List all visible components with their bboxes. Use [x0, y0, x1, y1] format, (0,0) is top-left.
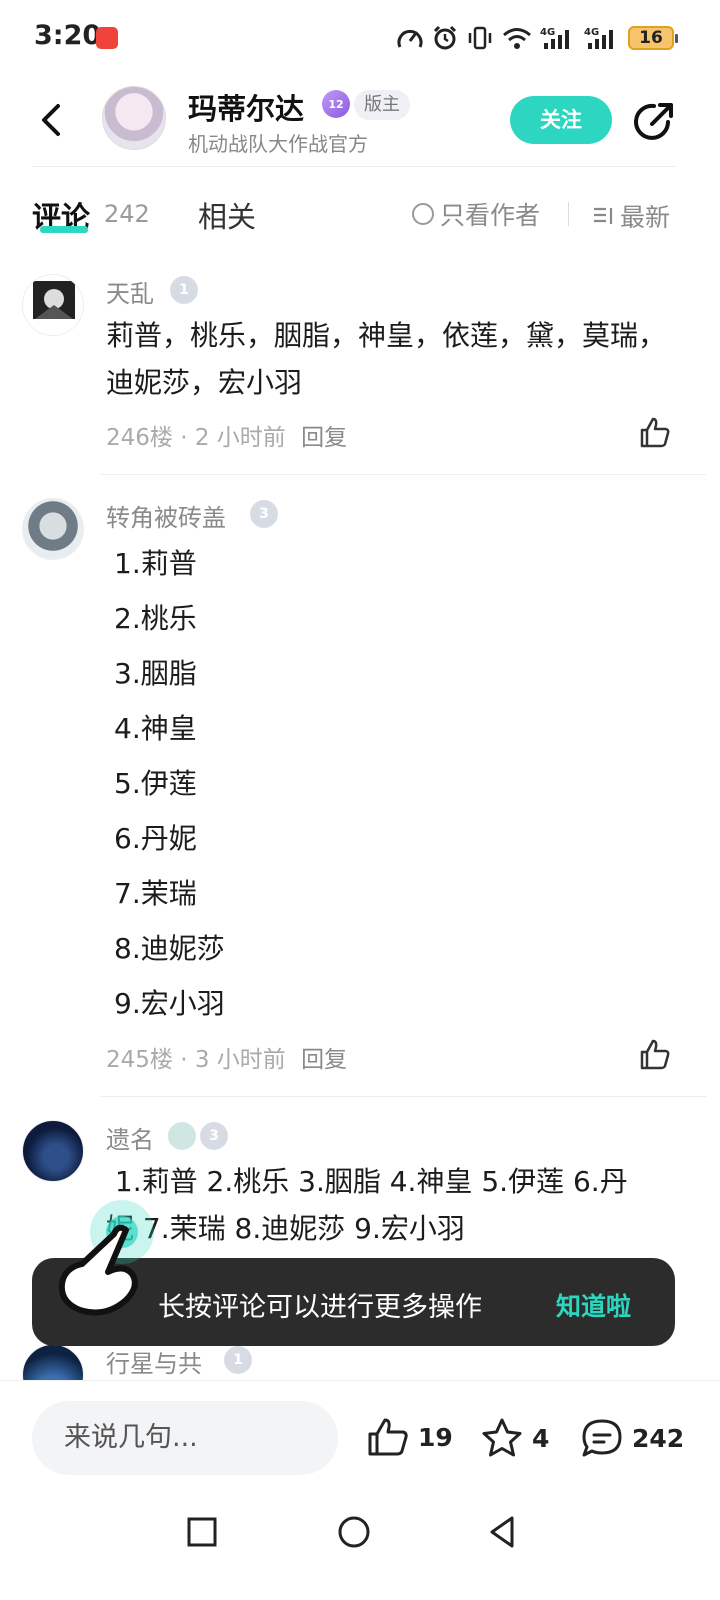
system-nav-bar [0, 1492, 720, 1600]
share-icon[interactable] [632, 98, 678, 144]
list-item: 7.茉瑞 [114, 877, 197, 910]
tab-active-indicator [40, 226, 88, 233]
back-triangle-icon[interactable] [482, 1512, 522, 1552]
author-name[interactable]: 玛蒂尔达 [188, 86, 304, 128]
like-icon[interactable] [638, 416, 672, 450]
sort-icon [594, 207, 613, 224]
user-avatar[interactable] [22, 498, 84, 560]
user-avatar[interactable] [22, 274, 84, 336]
signal-4g-icon-2: 4G [584, 27, 613, 49]
comment-text: 1.莉普 2.桃乐 3.胭脂 4.神皇 5.伊莲 6.丹 妮 7.茉瑞 8.迪妮… [106, 1158, 706, 1252]
toast-message: 长按评论可以进行更多操作 [158, 1292, 482, 1323]
list-item: 9.宏小羽 [114, 987, 225, 1020]
comment-line: 妮 7.茉瑞 8.迪妮莎 9.宏小羽 [106, 1212, 465, 1245]
comment-username[interactable]: 转角被砖盖 [106, 498, 226, 533]
comment-username[interactable]: 天乱 [106, 274, 154, 309]
thumbs-up-icon [368, 1418, 408, 1456]
toast-dismiss-button[interactable]: 知道啦 [556, 1287, 631, 1323]
comment-item[interactable]: 行星与共 1 [0, 1344, 720, 1380]
tab-related[interactable]: 相关 [198, 194, 256, 236]
battery-level: 16 [639, 28, 663, 48]
app-notification-icon [96, 27, 118, 49]
user-level-badge: 3 [200, 1122, 228, 1150]
post-header: 玛蒂尔达 12 版主 机动战队大作战官方 关注 [0, 76, 720, 168]
comment-text: 莉普，桃乐，胭脂，神皇，依莲，黛，莫瑞，迪妮莎，宏小羽 [106, 319, 667, 399]
comment-time: 2 小时前 [194, 425, 286, 451]
user-avatar[interactable] [22, 1120, 84, 1182]
comment-item[interactable]: 天乱 1 莉普，桃乐，胭脂，神皇，依莲，黛，莫瑞，迪妮莎，宏小羽 246楼 · … [0, 274, 720, 475]
comment-total: 242 [632, 1423, 685, 1453]
back-arrow-icon[interactable] [30, 98, 74, 142]
follow-button[interactable]: 关注 [510, 96, 612, 144]
sticker-badge [168, 1122, 196, 1150]
speed-icon [397, 29, 423, 48]
comment-time: 3 小时前 [194, 1047, 286, 1073]
user-level-badge: 3 [250, 500, 278, 528]
comment-input[interactable]: 来说几句... [32, 1401, 338, 1475]
signal-4g-icon: 4G [540, 27, 569, 49]
status-icons: 4G 4G 16 [396, 22, 678, 54]
list-item: 2.桃乐 [114, 602, 197, 635]
comment-username[interactable]: 遗名 [106, 1120, 154, 1155]
user-level-badge: 1 [170, 276, 198, 304]
comment-count: 242 [104, 200, 150, 228]
list-item: 4.神皇 [114, 712, 197, 745]
list-item: 5.伊莲 [114, 767, 197, 800]
floor-number: 246楼 [106, 425, 173, 451]
radio-circle-icon [412, 203, 434, 225]
user-avatar[interactable] [22, 1344, 84, 1380]
tap-hand-icon [58, 1200, 154, 1316]
filter-divider [568, 202, 569, 226]
wifi-icon [503, 28, 531, 49]
sort-dropdown[interactable]: 最新 [592, 198, 670, 234]
reply-button[interactable]: 回复 [301, 1047, 347, 1073]
like-count: 19 [418, 1422, 453, 1452]
comment-meta: 245楼 · 3 小时前 回复 [106, 1047, 348, 1073]
like-button[interactable]: 19 [366, 1417, 453, 1457]
comment-divider [100, 474, 706, 475]
favorite-count: 4 [532, 1423, 550, 1453]
floor-number: 245楼 [106, 1047, 173, 1073]
author-subtitle: 机动战队大作战官方 [188, 132, 368, 156]
vibrate-icon [468, 26, 492, 50]
status-time: 3:20 [34, 20, 102, 51]
list-item: 8.迪妮莎 [114, 932, 225, 965]
list-item: 6.丹妮 [114, 822, 197, 855]
star-icon [482, 1418, 522, 1457]
header-divider [32, 166, 676, 167]
list-item: 3.胭脂 [114, 657, 197, 690]
status-bar: 3:20 4G 4G 16 [0, 0, 720, 76]
comment-tabs: 评论 242 相关 只看作者 最新 [0, 186, 720, 242]
like-icon[interactable] [638, 1038, 672, 1072]
recent-apps-icon[interactable] [182, 1512, 222, 1552]
sort-label: 最新 [620, 203, 671, 232]
author-only-filter[interactable]: 只看作者 [412, 198, 540, 230]
comments-button[interactable]: 242 [580, 1417, 684, 1459]
moderator-badge: 版主 [354, 90, 410, 120]
battery-icon: 16 [628, 26, 678, 50]
bottom-action-bar: 来说几句... 19 4 242 [0, 1380, 720, 1492]
alarm-icon [433, 25, 457, 50]
level-badge: 12 [322, 90, 350, 118]
comment-list: 1.莉普 2.桃乐 3.胭脂 4.神皇 5.伊莲 6.丹妮 7.茉瑞 8.迪妮莎… [106, 536, 686, 1031]
comment-divider [100, 1096, 706, 1097]
comment-line: 1.莉普 2.桃乐 3.胭脂 4.神皇 5.伊莲 6.丹 [106, 1165, 628, 1198]
comment-item[interactable]: 转角被砖盖 3 1.莉普 2.桃乐 3.胭脂 4.神皇 5.伊莲 6.丹妮 7.… [0, 498, 720, 1098]
home-circle-icon[interactable] [334, 1512, 374, 1552]
author-avatar[interactable] [102, 86, 166, 150]
comment-meta: 246楼 · 2 小时前 回复 [106, 425, 348, 451]
user-level-badge: 1 [224, 1346, 252, 1374]
chat-bubble-icon [582, 1419, 622, 1457]
author-only-label: 只看作者 [440, 201, 541, 230]
comment-username[interactable]: 行星与共 [106, 1344, 202, 1379]
svg-text:4G: 4G [584, 27, 599, 38]
svg-text:4G: 4G [540, 27, 555, 38]
favorite-button[interactable]: 4 [480, 1417, 549, 1459]
reply-button[interactable]: 回复 [301, 425, 347, 451]
list-item: 1.莉普 [114, 547, 197, 580]
